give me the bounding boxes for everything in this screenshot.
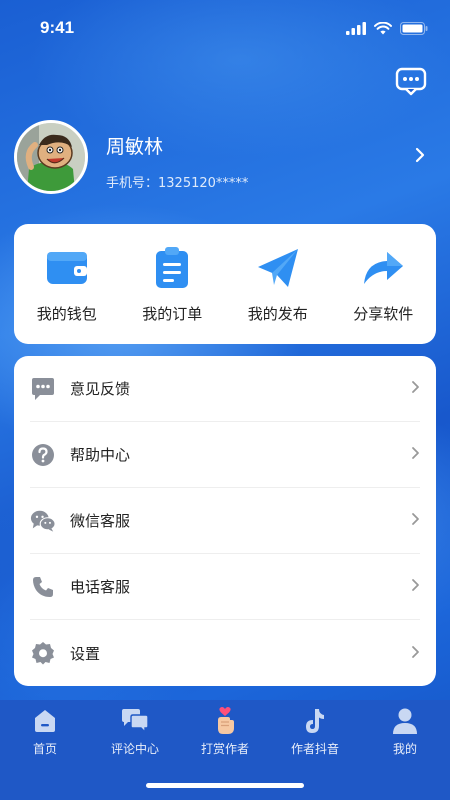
quick-action-label: 我的订单: [142, 304, 203, 323]
chevron-right-icon: [410, 379, 420, 398]
menu-item-help[interactable]: 帮助中心: [30, 422, 420, 488]
avatar[interactable]: [14, 120, 88, 194]
menu-item-feedback[interactable]: 意见反馈: [30, 356, 420, 422]
wifi-icon: [374, 20, 392, 39]
help-icon: [30, 442, 56, 468]
quick-action-share[interactable]: 分享软件: [333, 245, 433, 324]
signal-icon: [346, 20, 366, 39]
home-icon: [30, 706, 60, 736]
tab-label: 评论中心: [110, 742, 159, 756]
quick-action-wallet[interactable]: 我的钱包: [17, 245, 117, 324]
feedback-icon: [30, 376, 56, 402]
chevron-right-icon: [414, 146, 426, 168]
menu-item-label: 微信客服: [70, 512, 131, 530]
tab-author-douyin[interactable]: 作者抖音: [270, 706, 360, 757]
phone-icon: [30, 574, 56, 600]
quick-action-label: 我的发布: [247, 304, 308, 323]
chevron-right-icon: [410, 511, 420, 530]
user-name: 周敏林: [106, 136, 164, 158]
paper-plane-icon: [255, 245, 301, 291]
wechat-icon: [30, 508, 56, 534]
menu-item-label: 设置: [70, 644, 101, 663]
message-icon: [394, 67, 428, 102]
menu-item-label: 电话客服: [70, 578, 131, 596]
menu-item-settings[interactable]: 设置: [30, 620, 420, 686]
tab-label: 首页: [32, 742, 57, 756]
profile-header[interactable]: 周敏林 手机号：1325120*****: [14, 120, 436, 200]
menu-item-phone-support[interactable]: 电话客服: [30, 554, 420, 620]
chevron-right-icon: [410, 644, 420, 663]
tab-comments[interactable]: 评论中心: [90, 706, 180, 757]
menu-item-label: 意见反馈: [70, 380, 131, 398]
message-button[interactable]: [394, 64, 428, 98]
tab-tip-author[interactable]: 打赏作者: [180, 706, 270, 757]
status-bar: 9:41: [0, 0, 450, 58]
quick-action-label: 分享软件: [353, 304, 414, 323]
home-indicator: [146, 783, 304, 788]
tab-label: 作者抖音: [290, 742, 339, 756]
chevron-right-icon: [410, 445, 420, 464]
tiktok-icon: [300, 706, 330, 736]
tab-label: 打赏作者: [200, 742, 249, 756]
quick-action-posts[interactable]: 我的发布: [228, 245, 328, 324]
heart-hand-icon: [210, 706, 240, 736]
menu-item-wechat-support[interactable]: 微信客服: [30, 488, 420, 554]
share-arrow-icon: [360, 245, 406, 291]
user-phone: 手机号：1325120*****: [106, 176, 249, 191]
tab-label: 我的: [392, 742, 417, 756]
settings-icon: [30, 640, 56, 666]
quick-action-label: 我的钱包: [36, 304, 97, 323]
status-time: 9:41: [40, 18, 75, 37]
user-icon: [390, 706, 420, 736]
tab-home[interactable]: 首页: [0, 706, 90, 757]
status-icons: [346, 20, 428, 39]
clipboard-icon: [149, 245, 195, 291]
comments-icon: [120, 706, 150, 736]
wallet-icon: [44, 245, 90, 291]
menu-list-card: 意见反馈 帮助中心 微信客服 电话客服 设置: [14, 356, 436, 686]
quick-actions-card: 我的钱包 我的订单 我的发布 分享软件: [14, 224, 436, 344]
battery-icon: [400, 20, 428, 39]
quick-action-orders[interactable]: 我的订单: [122, 245, 222, 324]
menu-item-label: 帮助中心: [70, 446, 131, 464]
tab-mine[interactable]: 我的: [360, 706, 450, 757]
chevron-right-icon: [410, 577, 420, 596]
